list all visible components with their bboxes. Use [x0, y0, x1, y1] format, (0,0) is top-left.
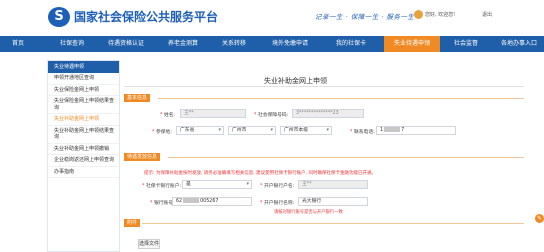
- name-label: * 姓名:: [160, 113, 176, 118]
- site-header: S 国家社会保险公共服务平台 记录一生 · 保障一生 · 服务一生 您好, 欢迎…: [0, 0, 544, 36]
- nav-item-supervision[interactable]: 社会监督: [446, 36, 486, 52]
- phone-label: * 联系电话:: [350, 130, 375, 135]
- payment-notice: 提示: 为保障补助金按时发放, 请务必准确填写相关信息, 建议使用社保卡银行账户…: [144, 171, 377, 176]
- bank-hint: 请核对银行账号是否与开户银行一致: [274, 210, 343, 215]
- section-divider: [142, 223, 524, 224]
- sidebar-item-ui-result[interactable]: 失业保险金网上申领结果查询: [48, 96, 119, 114]
- account-type-label: * 社保卡银行账户:: [142, 184, 182, 189]
- nav-item-overseas[interactable]: 境外免缴申请: [262, 36, 318, 52]
- sidebar-item-subsidy-result[interactable]: 失业补助金网上申领结果查询: [48, 126, 119, 144]
- district-select[interactable]: 广州市本级: [280, 126, 332, 135]
- bank-name-field[interactable]: 光大银行: [298, 197, 368, 206]
- phone-field[interactable]: 17: [376, 126, 456, 135]
- sidebar-item-region-query[interactable]: 申领开通地区查询: [48, 73, 119, 85]
- sidebar-item-job-return[interactable]: 企业稳岗返还网上申领查询: [48, 155, 119, 167]
- account-name-field: 王**: [298, 180, 368, 189]
- nav-item-home[interactable]: 首页: [0, 36, 36, 52]
- nav-item-qualification[interactable]: 待遇资格认证: [100, 36, 152, 52]
- account-type-select[interactable]: 是: [182, 180, 252, 189]
- section-attachment: 附件: [124, 219, 141, 227]
- nav-item-pension-calc[interactable]: 养老金测算: [160, 36, 206, 52]
- nav-item-transfer[interactable]: 关系转移: [214, 36, 254, 52]
- sidebar-item-subsidy-cancel[interactable]: 失业补助金网上申领撤销: [48, 144, 119, 155]
- sidebar: 失业待遇申领 申领开通地区查询 失业保险金网上申领 失业保险金网上申领结果查询 …: [47, 60, 120, 252]
- id-field: 3**************23: [292, 109, 364, 118]
- user-avatar-icon: [414, 10, 423, 19]
- logout-link[interactable]: 退出: [482, 11, 492, 18]
- nav-item-unemployment[interactable]: 失业待遇申领: [384, 36, 440, 52]
- province-select[interactable]: 广东省: [176, 126, 224, 135]
- bank-number-field[interactable]: 62 005267: [172, 197, 252, 206]
- site-logo[interactable]: S: [48, 7, 70, 27]
- main-content: 失业补助金网上申领 基本信息 * 姓名: 王** * 社会保障号码: 3****…: [124, 56, 544, 252]
- user-greeting[interactable]: 您好, 欢迎您!: [425, 11, 455, 18]
- section-divider: [168, 157, 524, 158]
- section-payment-info: 待遇发放信息: [124, 153, 161, 161]
- id-label: * 社会保障号码:: [254, 113, 289, 118]
- section-basic-info: 基本信息: [124, 94, 151, 102]
- sidebar-item-subsidy-apply[interactable]: 失业补助金网上申领: [48, 114, 119, 126]
- sidebar-header: 失业待遇申领: [48, 61, 119, 73]
- site-title: 国家社会保险公共服务平台: [74, 10, 219, 24]
- city-select[interactable]: 广州市: [228, 126, 276, 135]
- page-title: 失业补助金网上申领: [264, 77, 327, 85]
- title-divider: [124, 86, 524, 87]
- main-nav: 首页 社保查询 待遇资格认证 养老金测算 关系转移 境外免缴申请 我的社保卡 失…: [0, 36, 544, 52]
- site-slogan: 记录一生 · 保障一生 · 服务一生: [315, 13, 415, 21]
- choose-file-button[interactable]: 选择文件: [138, 239, 160, 249]
- float-help-icon[interactable]: ✎: [535, 214, 544, 223]
- nav-item-local-services[interactable]: 各地办事入口: [494, 36, 544, 52]
- nav-item-social-card[interactable]: 我的社保卡: [326, 36, 376, 52]
- section-divider: [158, 98, 524, 99]
- name-field: 王**: [180, 109, 246, 118]
- insured-place-label: * 参保地:: [152, 130, 172, 135]
- bank-name-label: * 开户银行名称:: [260, 201, 295, 206]
- nav-item-query[interactable]: 社保查询: [52, 36, 92, 52]
- sidebar-item-guide[interactable]: 办事指南: [48, 167, 119, 178]
- account-name-label: * 开户银行户名:: [260, 184, 295, 189]
- sidebar-item-ui-apply[interactable]: 失业保险金网上申领: [48, 85, 119, 96]
